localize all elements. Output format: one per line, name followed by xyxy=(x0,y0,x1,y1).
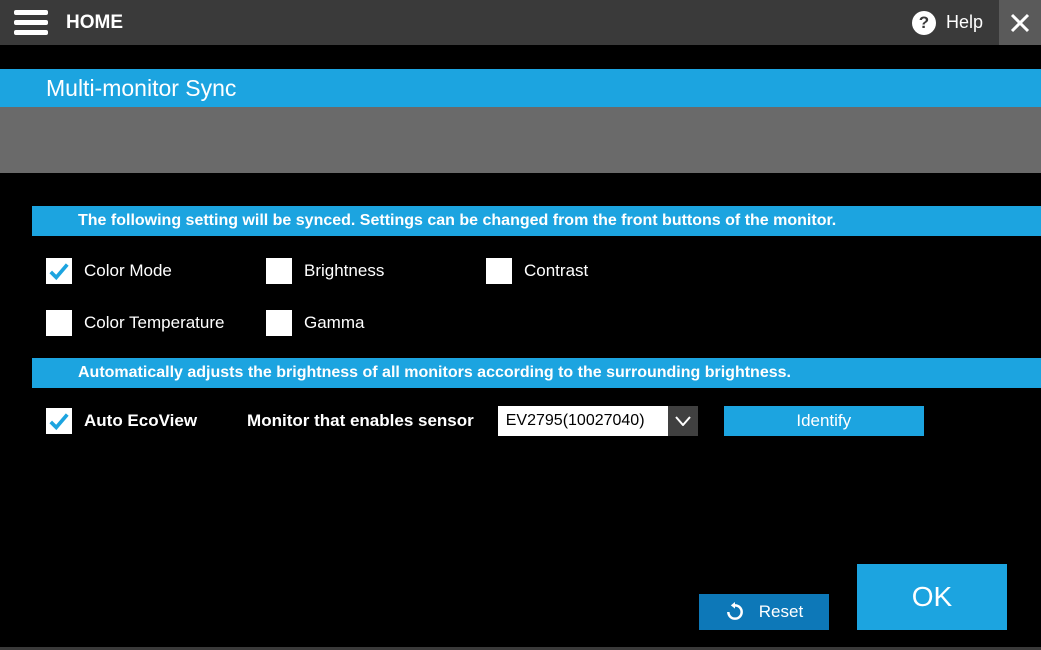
checkbox-label: Brightness xyxy=(304,261,384,281)
checkbox-color-mode[interactable] xyxy=(46,258,72,284)
subheader-band xyxy=(0,107,1041,173)
checkbox-label: Color Mode xyxy=(84,261,172,281)
chevron-down-icon[interactable] xyxy=(668,406,698,436)
page-title: Multi-monitor Sync xyxy=(0,69,1041,107)
close-icon xyxy=(1010,13,1030,33)
menu-icon[interactable] xyxy=(14,6,48,40)
sync-section-header: The following setting will be synced. Se… xyxy=(32,206,1041,236)
checkbox-brightness[interactable] xyxy=(266,258,292,284)
checkbox-label: Gamma xyxy=(304,313,364,333)
check-item-gamma: Gamma xyxy=(266,310,486,336)
ok-button[interactable]: OK xyxy=(857,564,1007,630)
reset-label: Reset xyxy=(759,602,803,622)
ecoview-row: Auto EcoView Monitor that enables sensor… xyxy=(32,388,1041,436)
sensor-select[interactable]: EV2795(10027040) xyxy=(498,406,698,436)
help-label: Help xyxy=(946,12,983,33)
top-bar: HOME ? Help xyxy=(0,0,1041,45)
home-label[interactable]: HOME xyxy=(66,12,123,34)
sensor-select-value: EV2795(10027040) xyxy=(498,406,668,436)
checkbox-color-temp[interactable] xyxy=(46,310,72,336)
footer: Reset OK xyxy=(699,564,1007,630)
auto-ecoview-label: Auto EcoView xyxy=(84,411,197,431)
identify-button[interactable]: Identify xyxy=(724,406,924,436)
checkbox-label: Contrast xyxy=(524,261,588,281)
checkbox-gamma[interactable] xyxy=(266,310,292,336)
check-item-brightness: Brightness xyxy=(266,258,486,284)
sensor-label: Monitor that enables sensor xyxy=(247,411,474,431)
reset-icon xyxy=(725,602,745,622)
checkbox-contrast[interactable] xyxy=(486,258,512,284)
check-item-contrast: Contrast xyxy=(486,258,706,284)
checkbox-auto-ecoview[interactable] xyxy=(46,408,72,434)
sync-options-grid: Color Mode Brightness Contrast Color Tem… xyxy=(32,236,1041,358)
check-item-color-mode: Color Mode xyxy=(46,258,266,284)
checkbox-label: Color Temperature xyxy=(84,313,224,333)
ecoview-section-header: Automatically adjusts the brightness of … xyxy=(32,358,1041,388)
check-item-color-temp: Color Temperature xyxy=(46,310,266,336)
help-button[interactable]: ? Help xyxy=(912,0,983,45)
help-icon: ? xyxy=(912,11,936,35)
reset-button[interactable]: Reset xyxy=(699,594,829,630)
close-button[interactable] xyxy=(999,0,1041,45)
